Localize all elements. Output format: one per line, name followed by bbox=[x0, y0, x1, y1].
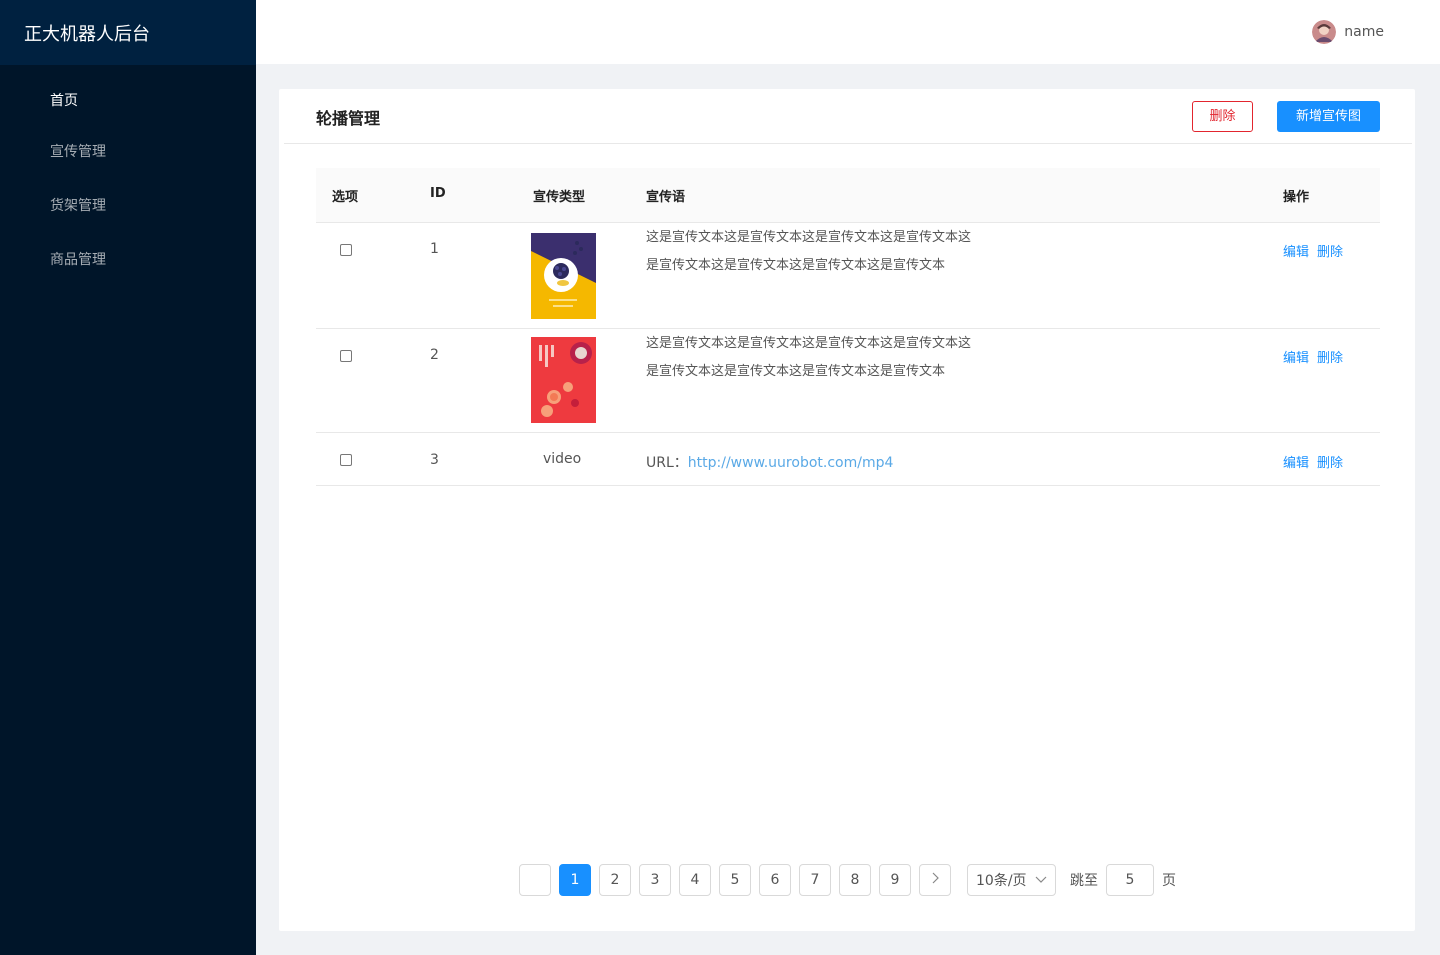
prev-page-button[interactable] bbox=[519, 864, 551, 896]
page-unit-label: 页 bbox=[1162, 873, 1176, 889]
pagination: 1 2 3 4 5 6 7 8 9 10条/页 跳至 5 页 bbox=[519, 864, 1176, 896]
delete-button[interactable]: 删除 bbox=[1192, 101, 1253, 132]
jump-label: 跳至 bbox=[1070, 873, 1098, 889]
video-url-link[interactable]: http://www.uurobot.com/mp4 bbox=[688, 455, 894, 471]
sidebar-item-shelf[interactable]: 货架管理 bbox=[0, 179, 256, 233]
row-checkbox[interactable] bbox=[340, 350, 352, 362]
table-row: 1 这是宣传文本这是宣传文本这是宣传文本这是宣传文本这 是宣传文本这是宣传文本这… bbox=[316, 223, 1380, 329]
page-button-7[interactable]: 7 bbox=[799, 864, 831, 896]
row-actions: 编辑 删除 bbox=[1283, 452, 1343, 471]
row-slogan: 这是宣传文本这是宣传文本这是宣传文本这是宣传文本这 是宣传文本这是宣传文本这是宣… bbox=[646, 224, 1006, 280]
avatar[interactable] bbox=[1312, 20, 1337, 44]
row-actions: 编辑 删除 bbox=[1283, 347, 1343, 366]
row-id: 3 bbox=[430, 452, 439, 468]
chevron-right-icon bbox=[932, 872, 939, 884]
delete-link[interactable]: 删除 bbox=[1317, 347, 1343, 366]
sidebar-nav: 首页 宣传管理 货架管理 商品管理 bbox=[0, 65, 256, 287]
page-button-4[interactable]: 4 bbox=[679, 864, 711, 896]
slogan-line: 是宣传文本这是宣传文本这是宣传文本这是宣传文本 bbox=[646, 364, 946, 379]
sidebar-item-products[interactable]: 商品管理 bbox=[0, 233, 256, 287]
page-button-6[interactable]: 6 bbox=[759, 864, 791, 896]
top-header: name bbox=[256, 0, 1440, 64]
username[interactable]: name bbox=[1344, 24, 1384, 40]
user-menu[interactable]: name bbox=[1312, 20, 1384, 44]
row-id: 2 bbox=[430, 347, 439, 363]
content-card: 轮播管理 删除 新增宣传图 选项 ID 宣传类型 宣传语 操作 1 这是宣传文本… bbox=[279, 89, 1415, 931]
slogan-line: 这是宣传文本这是宣传文本这是宣传文本这是宣传文本这 bbox=[646, 230, 972, 245]
chevron-down-icon bbox=[1035, 876, 1047, 883]
sidebar: 正大机器人后台 首页 宣传管理 货架管理 商品管理 bbox=[0, 0, 256, 955]
banner-thumbnail bbox=[531, 337, 596, 423]
slogan-line: 这是宣传文本这是宣传文本这是宣传文本这是宣传文本这 bbox=[646, 336, 972, 351]
delete-link[interactable]: 删除 bbox=[1317, 452, 1343, 471]
column-header-id: ID bbox=[430, 186, 446, 201]
add-banner-button[interactable]: 新增宣传图 bbox=[1277, 101, 1380, 132]
page-button-8[interactable]: 8 bbox=[839, 864, 871, 896]
page-button-9[interactable]: 9 bbox=[879, 864, 911, 896]
column-header-select: 选项 bbox=[332, 190, 359, 205]
row-actions: 编辑 删除 bbox=[1283, 241, 1343, 260]
row-id: 1 bbox=[430, 241, 439, 257]
row-checkbox[interactable] bbox=[340, 454, 352, 466]
banner-table: 选项 ID 宣传类型 宣传语 操作 1 这是宣传文本这是宣传文本这是宣传文本这是… bbox=[316, 168, 1380, 486]
page-button-1[interactable]: 1 bbox=[559, 864, 591, 896]
card-header: 轮播管理 删除 新增宣传图 bbox=[284, 89, 1412, 144]
page-button-5[interactable]: 5 bbox=[719, 864, 751, 896]
delete-link[interactable]: 删除 bbox=[1317, 241, 1343, 260]
sidebar-item-promotion[interactable]: 宣传管理 bbox=[0, 125, 256, 179]
page-button-3[interactable]: 3 bbox=[639, 864, 671, 896]
sidebar-item-home[interactable]: 首页 bbox=[0, 75, 256, 125]
edit-link[interactable]: 编辑 bbox=[1283, 347, 1309, 366]
page-size-value: 10条/页 bbox=[976, 873, 1027, 889]
jump-page-input[interactable]: 5 bbox=[1106, 864, 1154, 896]
next-page-button[interactable] bbox=[919, 864, 951, 896]
table-row: 3 video URL：http://www.uurobot.com/mp4 编… bbox=[316, 433, 1380, 486]
table-row: 2 这是宣传文本这是宣传文本这是宣传文本这是宣传文本这 是宣传文本这是宣传文本这… bbox=[316, 329, 1380, 433]
row-slogan: 这是宣传文本这是宣传文本这是宣传文本这是宣传文本这 是宣传文本这是宣传文本这是宣… bbox=[646, 330, 1006, 386]
row-checkbox[interactable] bbox=[340, 244, 352, 256]
column-header-actions: 操作 bbox=[1283, 190, 1310, 205]
table-header: 选项 ID 宣传类型 宣传语 操作 bbox=[316, 168, 1380, 223]
page-button-2[interactable]: 2 bbox=[599, 864, 631, 896]
edit-link[interactable]: 编辑 bbox=[1283, 241, 1309, 260]
column-header-type: 宣传类型 bbox=[533, 190, 586, 205]
promotion-type: video bbox=[543, 451, 582, 467]
page-size-select[interactable]: 10条/页 bbox=[967, 864, 1056, 896]
app-title: 正大机器人后台 bbox=[0, 0, 256, 65]
url-label: URL： bbox=[646, 455, 688, 471]
banner-thumbnail bbox=[531, 233, 596, 319]
column-header-slogan: 宣传语 bbox=[646, 190, 686, 205]
edit-link[interactable]: 编辑 bbox=[1283, 452, 1309, 471]
page-title: 轮播管理 bbox=[316, 109, 381, 128]
slogan-line: 是宣传文本这是宣传文本这是宣传文本这是宣传文本 bbox=[646, 258, 946, 273]
row-url: URL：http://www.uurobot.com/mp4 bbox=[646, 452, 893, 472]
